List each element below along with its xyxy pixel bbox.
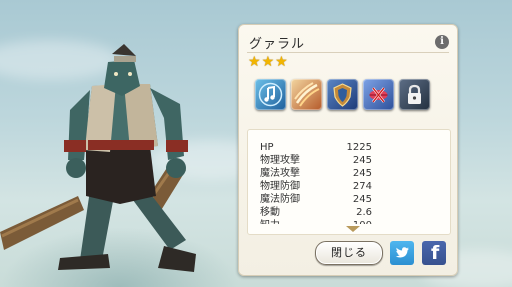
stat-row-physical-attack: 物理攻撃 245 (260, 155, 372, 167)
stat-value: 245 (352, 194, 372, 205)
stat-value: 100 (353, 220, 372, 224)
stat-value: 245 (352, 168, 372, 179)
unit-name: グァラル (249, 37, 306, 52)
stat-label: HP (260, 142, 274, 153)
twitter-share-button[interactable] (390, 241, 414, 265)
stat-label: 魔法防御 (260, 194, 300, 205)
stat-row-intelligence: 知力 100 (260, 220, 372, 224)
stat-value: 274 (352, 181, 372, 192)
skill-list (255, 79, 430, 110)
stat-label: 知力 (260, 220, 280, 224)
star-icon: ★ (275, 54, 288, 70)
stat-label: 移動 (260, 207, 280, 218)
stat-row-physical-defense: 物理防御 274 (260, 181, 372, 193)
twitter-bird-icon (395, 247, 409, 258)
music-note-skill-icon[interactable] (255, 79, 286, 110)
stat-value: 245 (352, 155, 372, 166)
star-icon: ★ (261, 54, 275, 70)
shield-skill-icon[interactable] (327, 79, 358, 110)
unit-info-panel: グァラル i ★ ★ ★ HP 1225 物理攻撃 245 魔法攻撃 245 物… (238, 24, 458, 276)
stat-row-hp: HP 1225 (260, 142, 372, 154)
facebook-share-button[interactable]: f (422, 241, 446, 265)
info-icon[interactable]: i (435, 35, 449, 49)
left-club (0, 196, 84, 250)
stat-value: 2.6 (356, 207, 372, 218)
facebook-f-icon: f (431, 242, 440, 264)
character-portrait (0, 44, 196, 272)
stat-row-magic-defense: 魔法防御 245 (260, 194, 372, 206)
stat-row-magic-attack: 魔法攻撃 245 (260, 168, 372, 180)
lock-skill-icon[interactable] (399, 79, 430, 110)
close-button[interactable]: 閉じる (315, 241, 383, 265)
rarity-stars: ★ ★ ★ (248, 55, 288, 69)
stats-scroll-area[interactable]: HP 1225 物理攻撃 245 魔法攻撃 245 物理防御 274 魔法防御 … (248, 130, 450, 224)
stats-box[interactable]: HP 1225 物理攻撃 245 魔法攻撃 245 物理防御 274 魔法防御 … (247, 129, 451, 235)
star-icon: ★ (248, 54, 261, 70)
stat-label: 物理防御 (260, 181, 300, 192)
stat-row-movement: 移動 2.6 (260, 207, 372, 219)
stat-label: 魔法攻撃 (260, 168, 300, 179)
lips-cross-skill-icon[interactable] (363, 79, 394, 110)
claw-slash-skill-icon[interactable] (291, 79, 322, 110)
stat-label: 物理攻撃 (260, 155, 300, 166)
title-divider (247, 52, 449, 53)
stat-value: 1225 (346, 142, 372, 153)
scroll-down-arrow-icon[interactable] (346, 226, 360, 232)
